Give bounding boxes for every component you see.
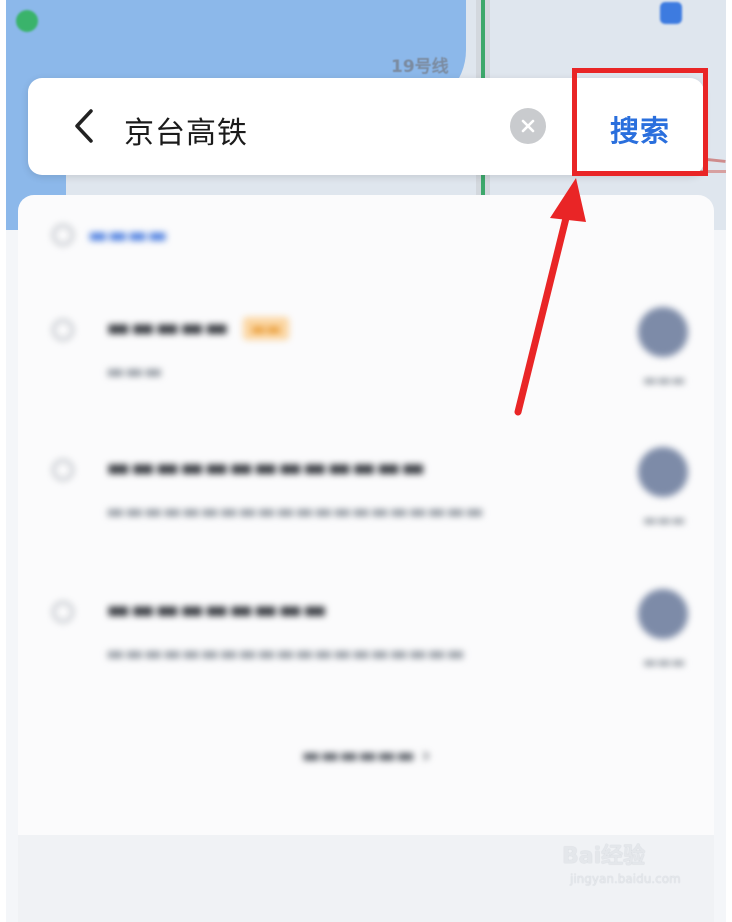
result-distance: ▬▬▬ bbox=[642, 371, 686, 389]
app-screen: 19号线 ▬▬▬▬ ▬▬▬▬▬ ▬▬ ▬▬▬ ▬▬▬ ▬▬▬▬▬▬▬▬▬▬▬▬▬ … bbox=[6, 0, 726, 922]
more-results-link[interactable]: ▬▬▬▬▬▬ › bbox=[18, 743, 714, 767]
map-layer-icon[interactable] bbox=[660, 2, 682, 24]
navigate-icon[interactable] bbox=[638, 589, 688, 639]
chevron-left-icon bbox=[75, 109, 93, 143]
baidu-jingyan-watermark: Bai经验 jingyan.baidu.com bbox=[562, 838, 712, 890]
result-title: ▬▬▬▬▬▬▬▬▬ bbox=[106, 595, 328, 625]
place-icon bbox=[52, 319, 74, 341]
clear-button[interactable] bbox=[510, 108, 546, 144]
list-item[interactable]: ▬▬▬▬▬▬▬▬▬▬▬▬▬ ▬▬▬▬▬▬▬▬▬▬▬▬▬▬▬▬▬▬▬▬ ▬▬▬ bbox=[52, 447, 702, 563]
clear-icon bbox=[521, 119, 535, 133]
search-input[interactable]: 京台高铁 bbox=[124, 108, 248, 152]
location-dot-icon bbox=[16, 10, 38, 32]
result-distance: ▬▬▬ bbox=[642, 653, 686, 671]
navigate-icon[interactable] bbox=[638, 307, 688, 357]
suggestion-row[interactable]: ▬▬▬▬ bbox=[52, 223, 167, 247]
result-tag: ▬▬ bbox=[242, 317, 290, 340]
watermark-url: jingyan.baidu.com bbox=[570, 872, 681, 886]
list-item[interactable]: ▬▬▬▬▬ ▬▬ ▬▬▬ ▬▬▬ bbox=[52, 307, 702, 423]
place-icon bbox=[52, 601, 74, 623]
list-item[interactable]: ▬▬▬▬▬▬▬▬▬ ▬▬▬▬▬▬▬▬▬▬▬▬▬▬▬▬▬▬▬ ▬▬▬ bbox=[52, 589, 702, 705]
annotation-highlight-box bbox=[572, 68, 708, 176]
suggestion-text: ▬▬▬▬ bbox=[88, 223, 168, 247]
search-icon bbox=[52, 224, 74, 246]
results-panel: ▬▬▬▬ ▬▬▬▬▬ ▬▬ ▬▬▬ ▬▬▬ ▬▬▬▬▬▬▬▬▬▬▬▬▬ ▬▬▬▬▬… bbox=[18, 195, 714, 922]
result-subtitle: ▬▬▬▬▬▬▬▬▬▬▬▬▬▬▬▬▬▬▬▬ bbox=[106, 499, 484, 523]
result-title: ▬▬▬▬▬ ▬▬ bbox=[106, 313, 290, 343]
watermark-brand: Bai经验 bbox=[562, 844, 646, 869]
result-title: ▬▬▬▬▬▬▬▬▬▬▬▬▬ bbox=[106, 453, 426, 483]
place-icon bbox=[52, 459, 74, 481]
back-button[interactable] bbox=[64, 104, 104, 148]
result-subtitle: ▬▬▬▬▬▬▬▬▬▬▬▬▬▬▬▬▬▬▬ bbox=[106, 641, 466, 665]
navigate-icon[interactable] bbox=[638, 447, 688, 497]
result-subtitle: ▬▬▬ bbox=[106, 359, 163, 383]
metro-line-label: 19号线 bbox=[391, 57, 449, 77]
result-distance: ▬▬▬ bbox=[642, 511, 686, 529]
